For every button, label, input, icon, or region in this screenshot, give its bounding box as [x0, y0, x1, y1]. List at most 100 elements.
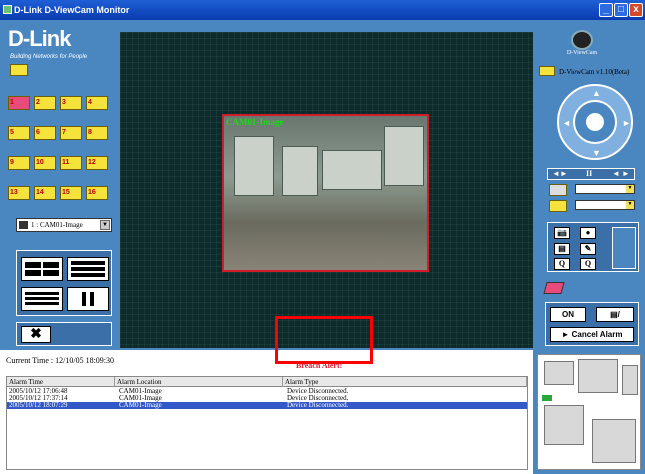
alarm-time: 2005/10/12 18:07:29 — [9, 401, 68, 409]
maximize-button[interactable]: □ — [614, 3, 628, 17]
alarm-location: CAM01-Image — [119, 401, 162, 409]
scene-shelf — [234, 136, 274, 196]
window-titlebar: D-Link D-ViewCam Monitor _ □ x — [0, 0, 645, 20]
ptz-right-icon[interactable]: ► — [622, 118, 631, 128]
camera-button-2[interactable]: 2 — [34, 96, 56, 110]
camera-button-6[interactable]: 6 — [34, 126, 56, 140]
table-row[interactable]: 2005/10/12 17:37:14 CAM01-Image Device D… — [7, 395, 527, 402]
camera-select[interactable]: 1 : CAM01-Image ▼ — [16, 218, 112, 232]
camera-button-7[interactable]: 7 — [60, 126, 82, 140]
eraser-icon[interactable] — [543, 282, 565, 294]
camera-button-12[interactable]: 12 — [86, 156, 108, 170]
col-alarm-location[interactable]: Alarm Location — [115, 377, 283, 387]
preset-icon — [549, 184, 567, 196]
logo-tagline: Building Networks for People — [10, 54, 88, 60]
chevron-down-icon[interactable]: ▼ — [100, 220, 110, 230]
app-icon — [3, 5, 12, 14]
chevron-down-icon[interactable]: ▼ — [626, 185, 634, 193]
camera-button-13[interactable]: 13 — [8, 186, 30, 200]
camera-button-5[interactable]: 5 — [8, 126, 30, 140]
layout-4x4-button[interactable] — [21, 287, 63, 311]
version-label: D-ViewCam v1.10(Beta) — [559, 68, 630, 76]
camera-button-14[interactable]: 14 — [34, 186, 56, 200]
map-room — [544, 405, 584, 445]
map-room — [544, 361, 574, 385]
alarm-table[interactable]: Alarm Time Alarm Location Alarm Type 200… — [6, 376, 528, 470]
ptz-home-button[interactable] — [586, 113, 604, 131]
camera-button-8[interactable]: 8 — [86, 126, 108, 140]
pause-layout-button[interactable] — [67, 287, 109, 311]
zoom-out-button[interactable]: Q — [554, 258, 570, 270]
camera-button-16[interactable]: 16 — [86, 186, 108, 200]
current-time: Current Time : 12/10/05 18:09:30 — [6, 356, 115, 365]
map-room — [578, 359, 618, 393]
camera-button-3[interactable]: 3 — [60, 96, 82, 110]
alarm-type: Device Disconnected. — [287, 401, 349, 409]
camera-button-15[interactable]: 15 — [60, 186, 82, 200]
floor-map[interactable] — [537, 354, 641, 470]
preset-field[interactable]: ▼ — [575, 184, 635, 194]
map-room — [592, 419, 636, 463]
snapshot-button[interactable]: 📷 — [554, 227, 570, 239]
camera-button-4[interactable]: 4 — [86, 96, 108, 110]
folder-icon[interactable] — [10, 64, 28, 76]
zoom-in-button[interactable]: Q — [580, 258, 596, 270]
col-alarm-type[interactable]: Alarm Type — [283, 377, 527, 387]
alarm-area: Current Time : 12/10/05 18:09:30 Breach … — [0, 350, 533, 474]
playback-button[interactable]: ▤ — [554, 243, 570, 255]
camera-icon — [549, 200, 567, 212]
map-room — [622, 365, 638, 395]
window-title: D-Link D-ViewCam Monitor — [14, 5, 130, 15]
left-panel: D-Link Building Networks for People 1234… — [4, 24, 116, 346]
minimize-button[interactable]: _ — [599, 3, 613, 17]
ptz-down-icon[interactable]: ▼ — [592, 148, 601, 158]
camera-label: CAM01-Image — [226, 117, 284, 127]
right-panel: D-ViewCam D-ViewCam v1.10(Beta) ▲ ▼ ◄ ► … — [537, 24, 645, 350]
cancel-alarm-button[interactable]: ► Cancel Alarm — [550, 327, 634, 342]
alarm-note-button[interactable]: ▤/ — [596, 307, 634, 322]
pause-button[interactable]: II — [586, 169, 592, 179]
camera-icon — [19, 221, 28, 229]
camera-video-frame[interactable]: CAM01-Image — [222, 114, 429, 272]
record-button[interactable]: ● — [580, 227, 596, 239]
ptz-up-icon[interactable]: ▲ — [592, 88, 601, 98]
camera-button-10[interactable]: 10 — [34, 156, 56, 170]
map-camera-icon[interactable] — [542, 395, 552, 401]
step-button[interactable]: ◄ ► — [612, 169, 630, 179]
preview-box — [612, 227, 636, 269]
camera-field[interactable]: ▼ — [575, 200, 635, 210]
scene-cabinet — [282, 146, 318, 196]
scene-shelf-right — [384, 126, 424, 186]
scene-boxes — [322, 150, 382, 190]
close-icon[interactable]: ✖ — [21, 326, 51, 343]
camera-button-11[interactable]: 11 — [60, 156, 82, 170]
layout-3x3-button[interactable] — [67, 257, 109, 281]
dlink-logo: D-Link — [8, 26, 71, 51]
col-alarm-time[interactable]: Alarm Time — [7, 377, 115, 387]
chevron-down-icon[interactable]: ▼ — [626, 201, 634, 209]
camera-select-value: 1 : CAM01-Image — [31, 221, 83, 229]
alarm-panel: ON ▤/ ► Cancel Alarm — [545, 302, 639, 346]
table-row[interactable]: 2005/10/12 18:07:29 CAM01-Image Device D… — [7, 402, 527, 409]
camera-button-9[interactable]: 9 — [8, 156, 30, 170]
alarm-on-button[interactable]: ON — [550, 307, 586, 322]
table-row[interactable]: 2005/10/12 17:06:48 CAM01-Image Device D… — [7, 388, 527, 395]
layout-panel — [16, 250, 112, 316]
dviewcam-logo-text: D-ViewCam — [566, 50, 598, 56]
close-panel: ✖ — [16, 322, 112, 346]
pan-button[interactable]: ◄► — [552, 169, 568, 179]
alarm-table-header: Alarm Time Alarm Location Alarm Type — [7, 377, 527, 387]
breach-highlight — [275, 316, 373, 364]
edit-button[interactable]: ✎ — [580, 243, 596, 255]
video-viewer[interactable]: CAM01-Image — [120, 32, 533, 348]
camera-button-1[interactable]: 1 — [8, 96, 30, 110]
snapshot-panel: 📷 ● ▤ ✎ Q Q — [547, 222, 639, 272]
app-body: D-Link Building Networks for People 1234… — [0, 20, 645, 474]
settings-icon[interactable] — [539, 66, 555, 76]
layout-2x2-button[interactable] — [21, 257, 63, 281]
dviewcam-logo: D-ViewCam — [551, 30, 613, 64]
ptz-control[interactable]: ▲ ▼ ◄ ► — [557, 84, 633, 160]
ptz-left-icon[interactable]: ◄ — [562, 118, 571, 128]
close-window-button[interactable]: x — [629, 3, 643, 17]
ptz-row: ◄► II ◄ ► — [547, 168, 635, 180]
